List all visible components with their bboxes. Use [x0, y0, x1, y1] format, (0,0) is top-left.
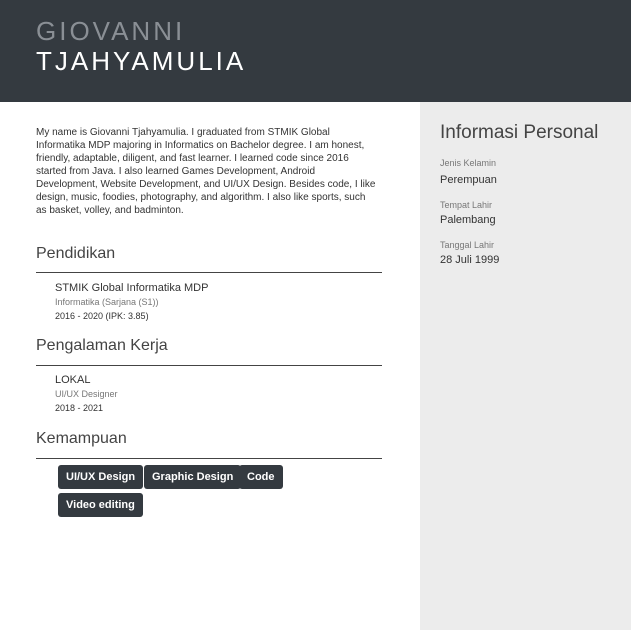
first-name: GIOVANNI: [36, 16, 186, 46]
skill-chip: Graphic Design: [144, 465, 242, 489]
skill-chip: Code: [239, 465, 283, 489]
education-major: Informatika (Sarjana (S1)): [55, 297, 159, 307]
personal-info-sidebar: Informasi Personal Jenis Kelamin Perempu…: [420, 102, 631, 630]
gender-label: Jenis Kelamin: [440, 158, 497, 168]
skills-divider: [36, 458, 382, 459]
personal-info-title: Informasi Personal: [440, 122, 599, 143]
last-name: TJAHYAMULIA: [36, 46, 247, 76]
education-period: 2016 - 2020 (IPK: 3.85): [55, 311, 149, 321]
education-school: STMIK Global Informatika MDP: [55, 282, 209, 294]
birthplace-label: Tempat Lahir: [440, 200, 493, 210]
skill-chip: UI/UX Design: [58, 465, 144, 489]
skill-chip: Video editing: [58, 493, 143, 517]
experience-period: 2018 - 2021: [55, 403, 104, 413]
skills-title: Kemampuan: [36, 430, 127, 447]
birthdate-label: Tanggal Lahir: [440, 240, 495, 250]
gender-value: Perempuan: [440, 174, 497, 186]
education-title: Pendidikan: [36, 245, 116, 262]
birthdate-value: 28 Juli 1999: [440, 254, 500, 266]
experience-title: Pengalaman Kerja: [36, 337, 168, 354]
about-text: My name is Giovanni Tjahyamulia. I gradu…: [36, 127, 376, 216]
experience-company: LOKAL: [55, 374, 91, 386]
profile-header: GIOVANNI TJAHYAMULIA: [0, 0, 631, 102]
birthplace-value: Palembang: [440, 214, 496, 226]
experience-divider: [36, 365, 382, 366]
experience-role: UI/UX Designer: [55, 389, 118, 399]
education-divider: [36, 272, 382, 273]
